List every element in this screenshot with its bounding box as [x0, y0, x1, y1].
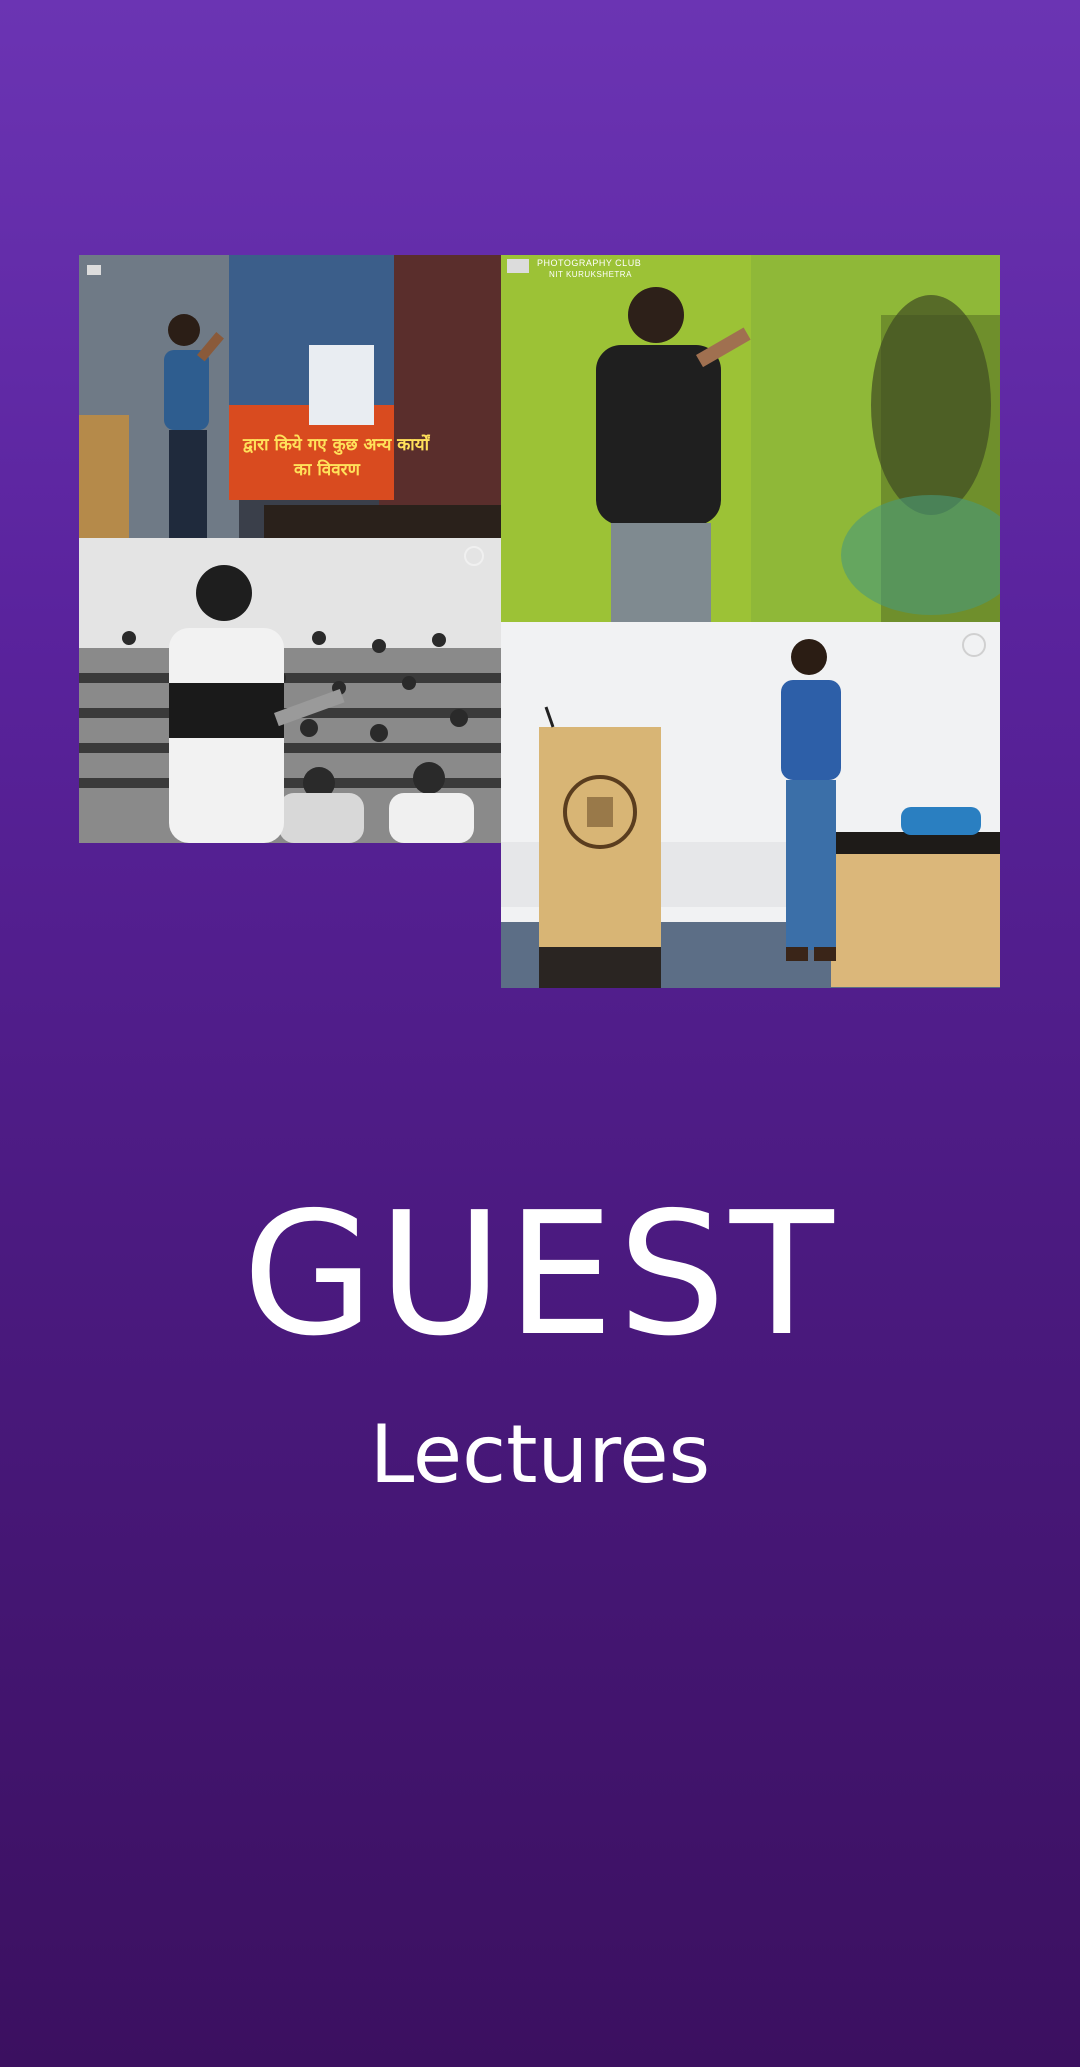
camera-logo-icon	[87, 265, 101, 275]
page-subtitle: Lectures	[369, 1408, 711, 1501]
banner-text-1: द्वारा किये गए कुछ अन्य कार्यों	[242, 434, 431, 455]
photo-collage: द्वारा किये गए कुछ अन्य कार्यों का विवरण…	[79, 255, 1000, 988]
photo-classroom-bw	[79, 538, 501, 843]
photo-speaker-podium	[501, 622, 1000, 988]
photo-speaker-scarf: PHOTOGRAPHY CLUB NIT KURUKSHETRA	[501, 255, 1000, 622]
watermark-club: PHOTOGRAPHY CLUB	[537, 258, 642, 268]
banner-text-2: का विवरण	[293, 459, 361, 480]
camera-logo-icon	[507, 259, 529, 273]
watermark-institute: NIT KURUKSHETRA	[549, 270, 632, 279]
photo-speaker-projector: द्वारा किये गए कुछ अन्य कार्यों का विवरण	[79, 255, 501, 538]
page-title: GUEST	[242, 1176, 838, 1374]
